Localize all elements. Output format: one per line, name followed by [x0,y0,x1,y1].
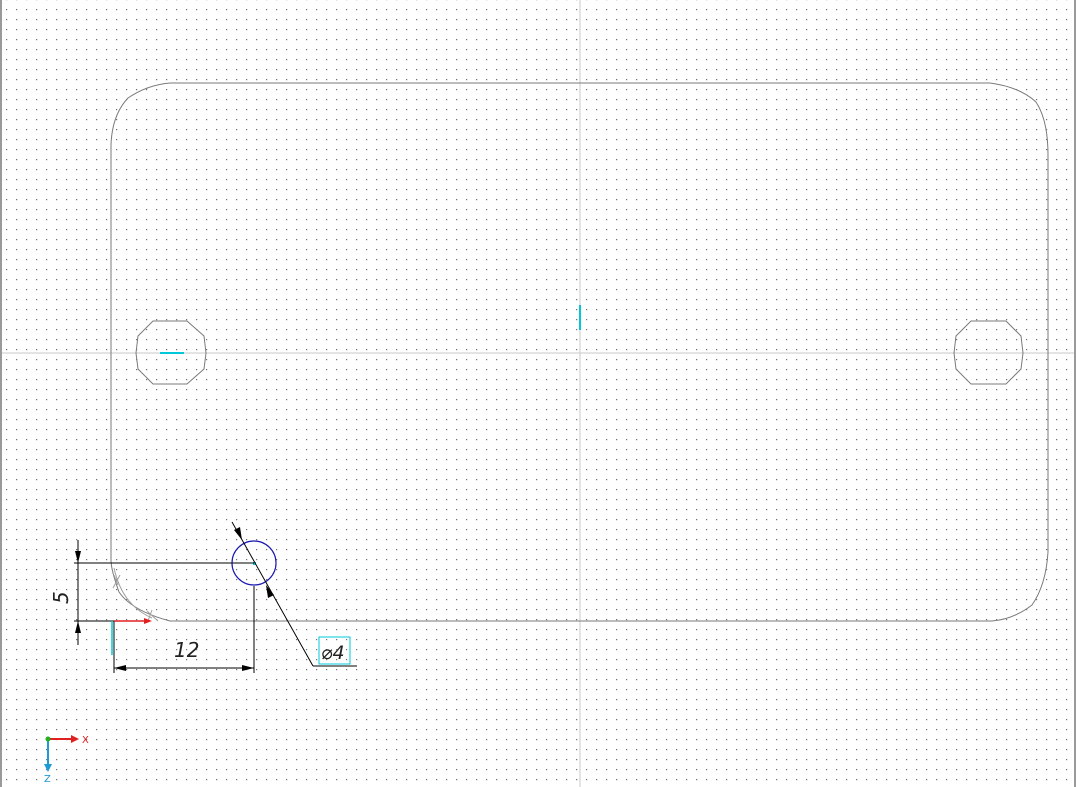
sketch-view[interactable]: 5 12 ⌀4 X Z [2,0,1074,787]
dim-12-value[interactable]: 12 [174,638,199,662]
triad-x-label: X [82,735,89,746]
drawing-canvas[interactable]: 5 12 ⌀4 X Z [0,0,1076,787]
dim-5-value[interactable]: 5 [49,591,73,604]
triad-origin [45,736,51,742]
triad-z-label: Z [44,774,51,785]
grid-dots [2,0,1074,787]
dim-diameter-value[interactable]: ⌀4 [321,642,345,664]
